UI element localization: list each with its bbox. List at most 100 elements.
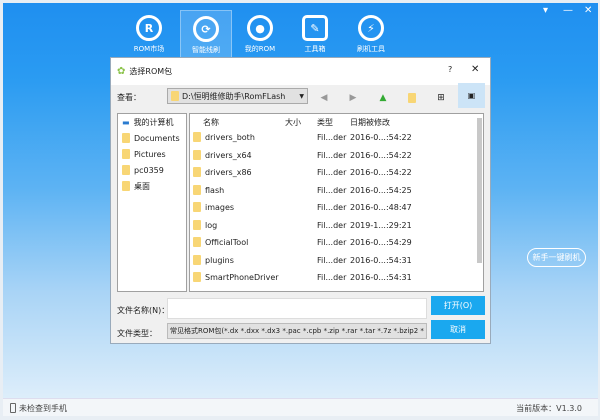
nav-label: 工具箱 xyxy=(304,45,326,53)
file-name: images xyxy=(205,203,235,212)
col-date[interactable]: 日期被修改 xyxy=(350,117,390,128)
menu-button[interactable]: ▾ xyxy=(543,5,548,16)
file-date: 2016-0...:54:29 xyxy=(350,238,412,247)
nav-label: 智能线刷 xyxy=(192,46,220,54)
file-name: SmartPhoneDriver xyxy=(205,273,279,282)
version-label: 当前版本：V1.3.0 xyxy=(516,404,582,413)
file-name: flash xyxy=(205,185,225,195)
nav-toolbox[interactable]: ✎ 工具箱 xyxy=(289,10,341,58)
filetype-select[interactable]: 常见格式ROM包(*.dx *.dxx *.dx3 *.pac *.cpb *.… xyxy=(167,323,427,339)
place-label: Documents xyxy=(134,133,180,143)
file-name: drivers_both xyxy=(205,133,255,142)
phone-refresh-icon: ⟳ xyxy=(193,16,219,42)
file-date: 2016-0...:54:25 xyxy=(350,185,412,195)
dialog-close-button[interactable]: ✕ xyxy=(471,64,479,75)
desktop-icon xyxy=(122,181,130,191)
place-computer[interactable]: ▬ 我的计算机 xyxy=(118,114,186,130)
filetype-value: 常见格式ROM包(*.dx *.dxx *.dx3 *.pac *.cpb *.… xyxy=(170,327,424,335)
forward-icon[interactable]: ▶ xyxy=(346,91,360,105)
file-type: Fil...der xyxy=(317,220,347,230)
file-row[interactable]: log Fil...der 2019-1...:29:21 xyxy=(190,217,483,235)
col-type[interactable]: 类型 xyxy=(317,117,333,128)
folder-icon xyxy=(193,202,201,212)
folder-icon xyxy=(193,184,201,195)
place-label: 我的计算机 xyxy=(133,117,174,127)
folder-icon xyxy=(193,272,201,282)
folder-icon xyxy=(193,219,201,230)
file-row[interactable]: plugins Fil...der 2016-0...:54:31 xyxy=(190,252,483,270)
file-name: plugins xyxy=(205,255,234,265)
file-row[interactable]: flash Fil...der 2016-0...:54:25 xyxy=(190,182,483,200)
col-name[interactable]: 名称 xyxy=(203,117,219,128)
up-folder-icon[interactable]: ▲ xyxy=(376,91,390,105)
place-desktop[interactable]: 桌面 xyxy=(118,178,186,194)
minimize-button[interactable]: — xyxy=(563,5,573,16)
place-label: 桌面 xyxy=(134,181,150,191)
android-icon: ✿ xyxy=(117,66,126,77)
file-row[interactable]: drivers_x64 Fil...der 2016-0...:54:22 xyxy=(190,147,483,165)
nav-flash-tools[interactable]: ⚡ 刷机工具 xyxy=(345,10,397,58)
places-panel: ▬ 我的计算机 Documents Pictures pc0359 桌面 xyxy=(117,113,187,292)
dialog-titlebar: ✿ 选择ROM包 ? ✕ xyxy=(111,58,490,85)
file-type: Fil...der xyxy=(317,185,347,195)
help-button[interactable]: ? xyxy=(448,65,452,74)
file-date: 2016-0...:54:31 xyxy=(350,255,412,265)
place-pictures[interactable]: Pictures xyxy=(118,146,186,162)
file-type: Fil...der xyxy=(317,133,347,142)
back-icon[interactable]: ◀ xyxy=(317,91,331,105)
file-type: Fil...der xyxy=(317,203,347,212)
col-size[interactable]: 大小 xyxy=(285,117,301,128)
scrollbar[interactable] xyxy=(477,118,482,263)
nav-rom-market[interactable]: R ROM市场 xyxy=(123,10,175,58)
file-date: 2016-0...:54:22 xyxy=(350,150,412,160)
folder-icon xyxy=(193,132,201,142)
file-type: Fil...der xyxy=(317,238,347,247)
new-folder-icon[interactable] xyxy=(405,91,419,105)
folder-icon xyxy=(193,167,201,177)
filename-input[interactable] xyxy=(167,298,427,319)
nav-smart-flash[interactable]: ⟳ 智能线刷 xyxy=(180,10,232,58)
close-button[interactable]: ✕ xyxy=(584,5,592,16)
select-rom-dialog: ✿ 选择ROM包 ? ✕ 查看： D:\恒明维修助手\RomFLash ▼ ◀ … xyxy=(110,57,491,344)
folder-icon xyxy=(193,237,201,247)
lightning-icon: ⚡ xyxy=(358,15,384,41)
file-date: 2016-0...:48:47 xyxy=(350,203,412,212)
nav-label: 我的ROM xyxy=(244,45,276,53)
file-row[interactable]: drivers_both Fil...der 2016-0...:54:22 xyxy=(190,129,483,147)
file-row[interactable]: drivers_x86 Fil...der 2016-0...:54:22 xyxy=(190,164,483,182)
user-folder-icon xyxy=(122,165,130,175)
file-row[interactable]: SmartPhoneDriver Fil...der 2016-0...:54:… xyxy=(190,269,483,287)
open-button[interactable]: 打开(O) xyxy=(431,296,485,315)
file-date: 2016-0...:54:31 xyxy=(350,273,412,282)
list-header: 名称 大小 类型 日期被修改 xyxy=(190,114,483,129)
cancel-button[interactable]: 取消 xyxy=(431,320,485,339)
file-date: 2016-0...:54:22 xyxy=(350,168,412,177)
folder-icon xyxy=(193,149,201,160)
folder-icon xyxy=(171,91,179,101)
place-label: Pictures xyxy=(134,149,166,159)
file-type: Fil...der xyxy=(317,168,347,177)
folder-icon xyxy=(193,254,201,265)
file-date: 2019-1...:29:21 xyxy=(350,220,412,230)
file-row[interactable]: OfficialTool Fil...der 2016-0...:54:29 xyxy=(190,234,483,252)
file-type: Fil...der xyxy=(317,150,347,160)
look-in-combo[interactable]: D:\恒明维修助手\RomFLash ▼ xyxy=(167,88,308,104)
detail-view-icon[interactable]: ▣ xyxy=(458,83,485,108)
file-name: OfficialTool xyxy=(205,238,249,247)
filetype-label: 文件类型： xyxy=(117,329,157,338)
file-row[interactable]: images Fil...der 2016-0...:48:47 xyxy=(190,199,483,217)
look-in-label: 查看： xyxy=(117,93,141,102)
user-icon: ● xyxy=(247,15,273,41)
list-view-icon[interactable]: ⊞ xyxy=(434,91,448,105)
file-name: drivers_x86 xyxy=(205,168,252,177)
place-user[interactable]: pc0359 xyxy=(118,162,186,178)
file-name: drivers_x64 xyxy=(205,150,252,160)
chevron-down-icon: ▼ xyxy=(299,92,304,100)
file-type: Fil...der xyxy=(317,255,347,265)
nav-my-rom[interactable]: ● 我的ROM xyxy=(234,10,286,58)
file-type: Fil...der xyxy=(317,273,347,282)
place-documents[interactable]: Documents xyxy=(118,130,186,146)
folder-icon xyxy=(122,149,130,159)
cloud-icon: R xyxy=(136,15,162,41)
quick-flash-button[interactable]: 新手一键刷机 xyxy=(527,248,586,267)
